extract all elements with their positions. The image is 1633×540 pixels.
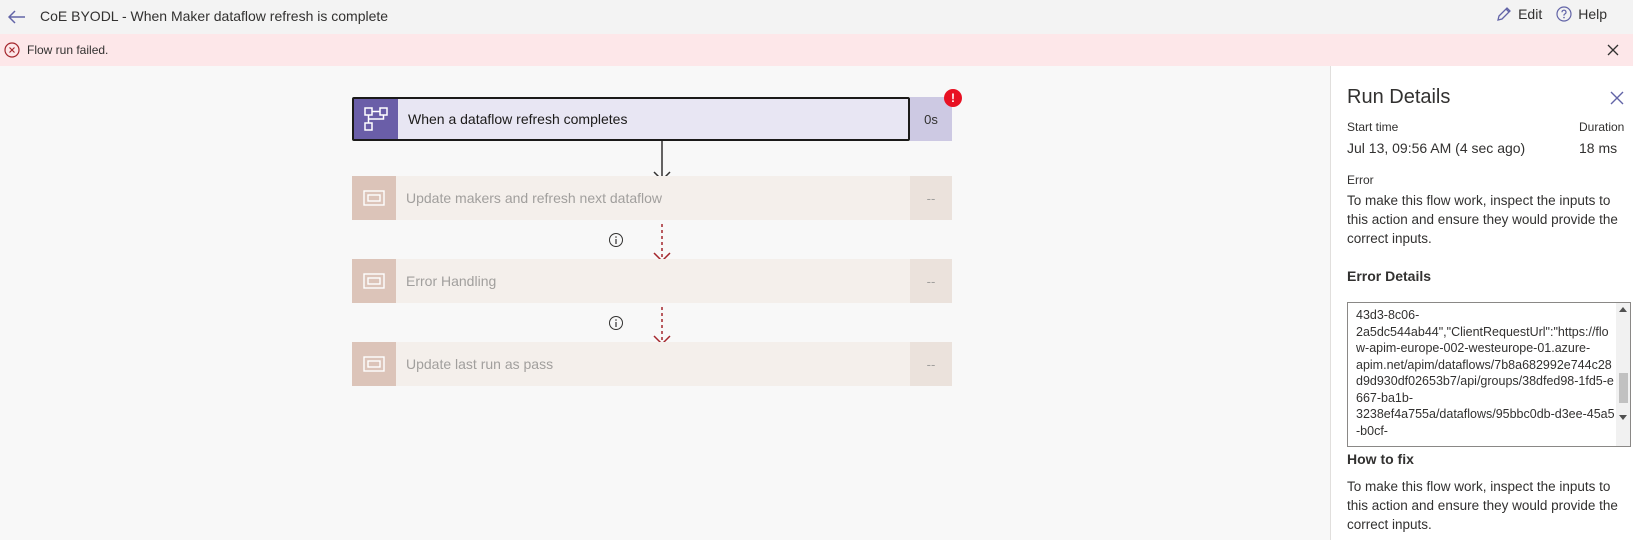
step-duration: --	[910, 342, 952, 386]
dataflow-icon	[364, 107, 388, 131]
scrollbar[interactable]	[1616, 303, 1630, 446]
close-icon[interactable]	[1609, 90, 1625, 106]
scroll-down-icon[interactable]	[1619, 415, 1627, 421]
start-time-label: Start time	[1347, 120, 1399, 134]
step-label: When a dataflow refresh completes	[408, 111, 628, 127]
flow-canvas: When a dataflow refresh completes 0s ! U…	[0, 66, 1330, 540]
banner-message: Flow run failed.	[27, 43, 109, 57]
scope-icon	[363, 356, 385, 372]
flow-step-trigger[interactable]: When a dataflow refresh completes 0s !	[352, 89, 962, 141]
scroll-up-icon[interactable]	[1619, 306, 1627, 312]
help-icon	[1556, 6, 1572, 22]
run-details-panel: Run Details Start time Jul 13, 09:56 AM …	[1330, 66, 1633, 540]
error-details-textarea[interactable]: 43d3-8c06- 2a5dc544ab44","ClientRequestU…	[1347, 302, 1631, 447]
flow-step-update-makers[interactable]: Update makers and refresh next dataflow …	[352, 176, 952, 220]
step-label: Error Handling	[396, 259, 910, 303]
duration-value: 18 ms	[1579, 140, 1618, 156]
error-banner: Flow run failed.	[0, 34, 1633, 66]
step-label: Update last run as pass	[396, 342, 910, 386]
error-badge: !	[944, 89, 962, 107]
scope-icon-box	[352, 259, 396, 303]
step-label: Update makers and refresh next dataflow	[396, 176, 910, 220]
scope-icon-box	[352, 342, 396, 386]
panel-title: Run Details	[1347, 86, 1451, 108]
top-bar: CoE BYODL - When Maker dataflow refresh …	[0, 0, 1633, 34]
help-button[interactable]: Help	[1556, 6, 1607, 22]
top-actions: Edit Help	[1496, 6, 1607, 22]
scope-icon	[363, 273, 385, 289]
trigger-card[interactable]: When a dataflow refresh completes	[352, 97, 910, 141]
edit-button[interactable]: Edit	[1496, 6, 1542, 22]
error-circle-icon	[4, 42, 20, 58]
pencil-icon	[1497, 7, 1511, 21]
error-message: To make this flow work, inspect the inpu…	[1347, 193, 1618, 246]
flow-step-update-last-run[interactable]: Update last run as pass --	[352, 342, 952, 386]
scope-icon-box	[352, 176, 396, 220]
scope-icon	[363, 190, 385, 206]
error-details-heading: Error Details	[1347, 268, 1432, 284]
how-to-fix-text: To make this flow work, inspect the inpu…	[1347, 479, 1618, 532]
info-icon[interactable]	[608, 232, 624, 248]
step-duration: --	[910, 259, 952, 303]
flow-step-error-handling[interactable]: Error Handling --	[352, 259, 952, 303]
scroll-thumb[interactable]	[1619, 373, 1628, 403]
close-icon[interactable]	[1605, 42, 1621, 58]
back-button[interactable]	[4, 4, 30, 30]
info-icon[interactable]	[608, 315, 624, 331]
edit-label: Edit	[1518, 6, 1543, 22]
start-time-value: Jul 13, 09:56 AM (4 sec ago)	[1347, 140, 1526, 156]
back-arrow-icon	[8, 10, 25, 24]
page-title: CoE BYODL - When Maker dataflow refresh …	[40, 8, 389, 24]
help-label: Help	[1578, 6, 1607, 22]
dataflow-icon-box	[354, 99, 398, 139]
step-duration: --	[910, 176, 952, 220]
error-label: Error	[1347, 173, 1374, 187]
error-details-text: 43d3-8c06- 2a5dc544ab44","ClientRequestU…	[1356, 308, 1615, 438]
duration-label: Duration	[1579, 120, 1625, 134]
how-to-fix-heading: How to fix	[1347, 451, 1414, 467]
